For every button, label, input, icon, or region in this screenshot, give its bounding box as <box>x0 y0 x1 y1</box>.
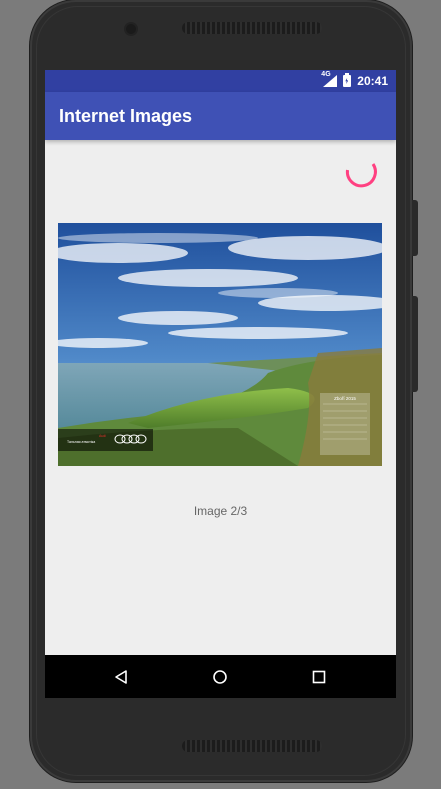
overlay-text: Тальная атмотіка <box>67 440 95 444</box>
battery-charging-icon <box>343 73 352 87</box>
loading-spinner-icon <box>343 156 379 192</box>
app-bar: Internet Images <box>45 92 396 140</box>
status-bar: 4G 20:41 <box>45 70 396 92</box>
screen: 4G 20:41 Internet Images Zboří 2015 Audi… <box>45 70 396 698</box>
network-label: 4G <box>321 71 331 78</box>
internet-image[interactable]: Zboří 2015 Audi Тальная атмотіка <box>58 223 382 466</box>
power-button[interactable] <box>412 200 418 256</box>
back-icon[interactable] <box>91 655 151 698</box>
home-icon[interactable] <box>190 655 250 698</box>
overlay-brand: Audi <box>99 434 106 438</box>
signal-icon: 4G <box>321 71 338 87</box>
recents-icon[interactable] <box>289 655 349 698</box>
app-title: Internet Images <box>59 105 193 126</box>
image-counter: Image 2/3 <box>193 504 248 518</box>
front-camera <box>126 24 136 34</box>
calendar-title: Zboří 2015 <box>334 396 356 401</box>
top-speaker <box>182 22 322 34</box>
volume-button[interactable] <box>412 296 418 392</box>
navigation-bar <box>45 655 396 698</box>
bottom-speaker <box>182 740 322 752</box>
status-time: 20:41 <box>357 74 388 88</box>
